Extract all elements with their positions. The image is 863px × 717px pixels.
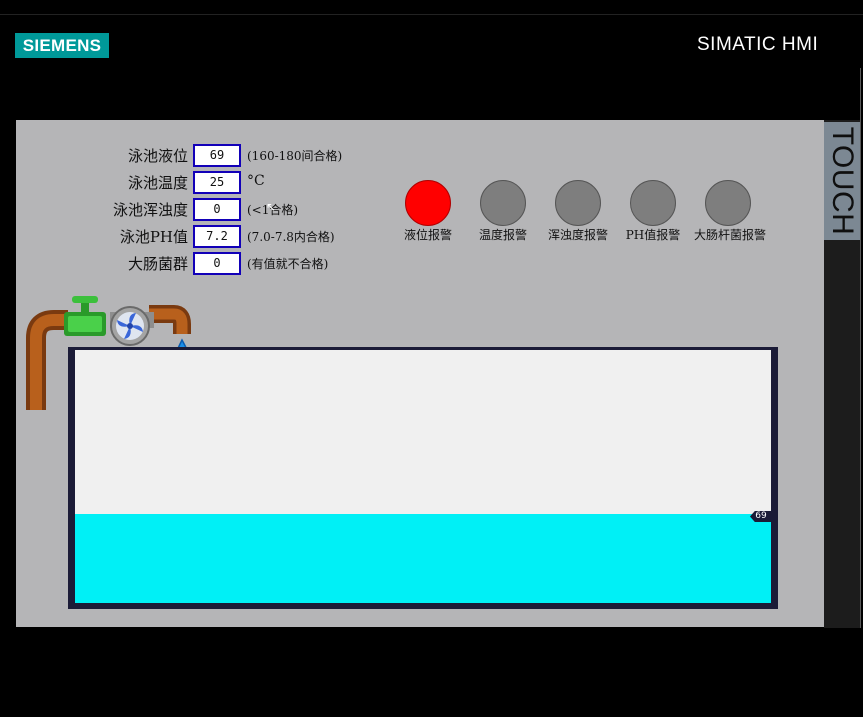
siemens-logo: SIEMENS — [15, 33, 109, 58]
label-coliform: 大肠菌群 — [127, 255, 188, 273]
note-pool-ph: (7.0-7.8内合格) — [247, 230, 335, 244]
mouse-cursor-icon: ↖ — [266, 200, 277, 214]
alarm-lamp-ph — [630, 180, 676, 226]
alarm-lamp-coliform — [705, 180, 751, 226]
water-level — [75, 514, 771, 603]
pool-tank — [68, 347, 778, 609]
value-coliform[interactable]: 0 — [193, 252, 241, 275]
label-pool-temperature: 泳池温度 — [127, 174, 188, 192]
product-name: SIMATIC HMI — [697, 34, 819, 55]
alarm-lamp-level — [405, 180, 451, 226]
tank-interior — [75, 350, 771, 603]
frame-edge — [860, 68, 861, 628]
label-pool-turbidity: 泳池浑浊度 — [112, 201, 188, 219]
note-pool-level: (160-180间合格) — [247, 149, 343, 163]
top-divider — [0, 14, 863, 15]
note-coliform: (有值就不合格) — [247, 257, 329, 271]
value-pool-temperature[interactable]: 25 — [193, 171, 241, 194]
value-pool-turbidity[interactable]: 0 — [193, 198, 241, 221]
label-pool-ph: 泳池PH值 — [119, 228, 188, 246]
touch-text: TOUCH — [826, 126, 859, 236]
alarm-lamp-turbidity — [555, 180, 601, 226]
touch-label: TOUCH — [824, 122, 860, 240]
value-pool-level[interactable]: 69 — [193, 144, 241, 167]
alarm-label-coliform: 大肠杆菌报警 — [693, 228, 766, 242]
pump-fan-icon — [110, 306, 154, 346]
label-pool-level: 泳池液位 — [127, 147, 188, 165]
note-pool-temperature: °C — [247, 173, 265, 189]
alarm-lamp-temperature — [480, 180, 526, 226]
value-pool-ph[interactable]: 7.2 — [193, 225, 241, 248]
valve-icon — [64, 296, 106, 336]
